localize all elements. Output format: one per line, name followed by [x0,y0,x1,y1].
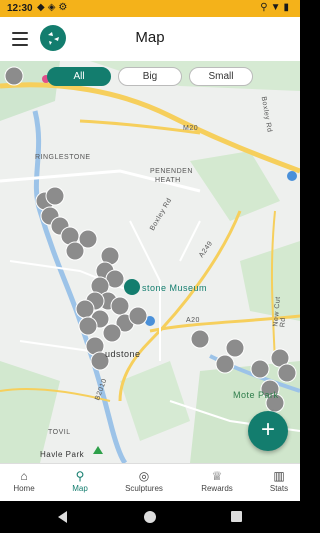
trophy-icon: ♕ [211,469,223,483]
back-icon[interactable] [58,511,67,523]
nav-stats[interactable]: ▥ Stats [251,468,307,493]
app-bar: Map [0,17,300,61]
map-label-penenden: PENENDEN [150,168,193,175]
nav-map-label: Map [72,484,88,493]
map-label-heath: HEATH [155,177,181,184]
filter-chips: All Big Small [0,67,300,87]
nav-sculptures-label: Sculptures [125,484,163,493]
home-system-icon[interactable] [144,511,156,523]
map-label-m20: M20 [183,125,199,132]
nav-map[interactable]: ⚲ Map [52,468,108,493]
map-label-mote-park: Mote Park [233,390,279,400]
nav-sculptures[interactable]: ◎ Sculptures [116,468,172,493]
map-label-museum: stone Museum [142,283,208,293]
recents-icon[interactable] [231,511,242,522]
map-label-havle-park: Havle Park [40,450,85,459]
map-pin-icon: ⚲ [75,469,85,483]
add-button[interactable]: + [248,411,288,451]
nav-home-label: Home [13,484,35,493]
nav-stats-label: Stats [269,484,289,493]
system-icons: ⚲▼▮ [260,2,292,13]
bar-chart-icon: ▥ [273,469,285,483]
notification-icons: ◆◈⚙ [37,2,71,13]
status-bar: 12:30 ◆◈⚙ ⚲▼▮ [0,0,300,17]
sculpture-icon: ◎ [138,469,150,483]
map-view[interactable]: RINGLESTONE PENENDEN HEATH Boxley Rd sto… [0,61,300,463]
map-canvas [0,61,300,463]
map-label-tovil: TOVIL [48,429,71,436]
filter-small-chip[interactable]: Small [189,67,253,86]
page-title: Map [135,29,165,46]
nav-rewards[interactable]: ♕ Rewards [189,468,245,493]
filter-big-chip[interactable]: Big [118,67,182,86]
map-label-maidstone: udstone [105,349,141,359]
nav-home[interactable]: ⌂ Home [0,468,52,493]
home-icon: ⌂ [20,469,28,483]
map-label-ringlestone: RINGLESTONE [35,154,91,161]
system-nav-bar [0,501,300,533]
map-label-a20: A20 [186,317,200,324]
status-time: 12:30 [7,3,33,14]
bottom-nav: ⌂ Home ⚲ Map ◎ Sculptures ♕ Rewards ▥ St… [0,463,300,501]
filter-all-chip[interactable]: All [47,67,111,86]
nav-rewards-label: Rewards [201,484,233,493]
